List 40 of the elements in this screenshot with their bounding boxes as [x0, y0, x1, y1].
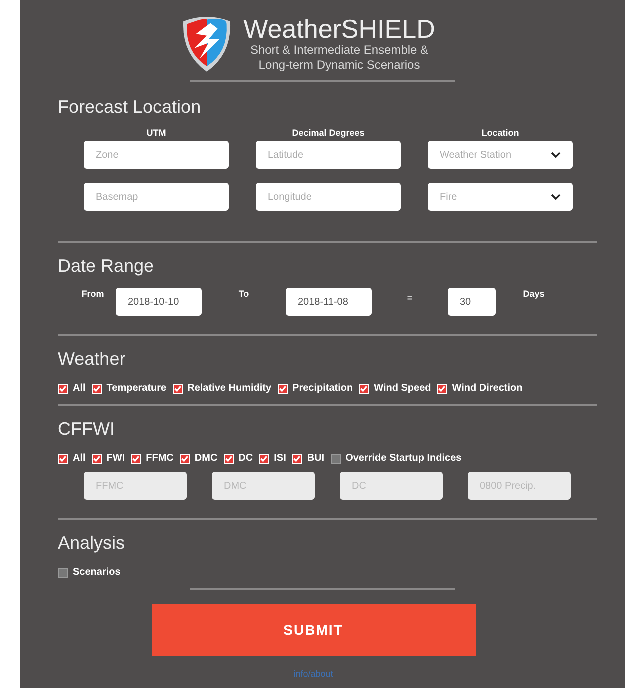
checkbox[interactable]: DMC	[180, 451, 218, 466]
days-field[interactable]: 30	[448, 288, 496, 316]
checkbox[interactable]: Temperature	[92, 381, 167, 396]
field-label: Days	[522, 288, 546, 301]
column-heading: UTM	[146, 127, 166, 139]
chevron-down-icon	[551, 152, 561, 158]
column-heading: Location	[482, 127, 520, 139]
checkbox[interactable]: ISI	[259, 451, 286, 466]
date-field[interactable]: 2018-11-08	[286, 288, 372, 316]
checkbox[interactable]: Scenarios	[58, 565, 121, 580]
app-title: WeatherSHIELD	[244, 15, 436, 43]
input-field[interactable]: Longitude	[256, 183, 401, 211]
checkbox[interactable]: FWI	[92, 451, 126, 466]
checkbox[interactable]: All	[58, 451, 86, 466]
section-title: Analysis	[58, 532, 126, 555]
column-heading: Decimal Degrees	[292, 127, 365, 139]
checkbox[interactable]: Wind Speed	[359, 381, 432, 396]
app-subtitle: Short & Intermediate Ensemble &	[250, 43, 429, 58]
section-title: Date Range	[58, 255, 156, 278]
checkbox[interactable]: DC	[224, 451, 254, 466]
section-title: Weather	[58, 348, 127, 371]
submit-button[interactable]: SUBMIT	[152, 604, 476, 656]
chevron-down-icon	[551, 194, 561, 200]
checkbox[interactable]: Relative Humidity	[172, 381, 272, 396]
equals-sign: =	[406, 292, 414, 305]
input-field[interactable]: Zone	[84, 141, 229, 169]
checkbox[interactable]: All	[58, 381, 86, 396]
checkbox[interactable]: Wind Direction	[437, 381, 523, 396]
app-subtitle: Long-term Dynamic Scenarios	[258, 58, 420, 73]
field-label: From	[80, 288, 106, 301]
input-field[interactable]: Basemap	[84, 183, 229, 211]
checkbox[interactable]: FFMC	[131, 451, 174, 466]
section-title: CFFWI	[58, 418, 116, 441]
checkbox[interactable]: Override Startup Indices	[330, 451, 462, 466]
checkbox[interactable]: Precipitation	[278, 381, 354, 396]
field-label: To	[238, 288, 250, 301]
section-title: Forecast Location	[58, 96, 202, 119]
checkbox[interactable]: BUI	[292, 451, 325, 466]
input-field[interactable]: Latitude	[256, 141, 401, 169]
date-field[interactable]: 2018-10-10	[116, 288, 202, 316]
